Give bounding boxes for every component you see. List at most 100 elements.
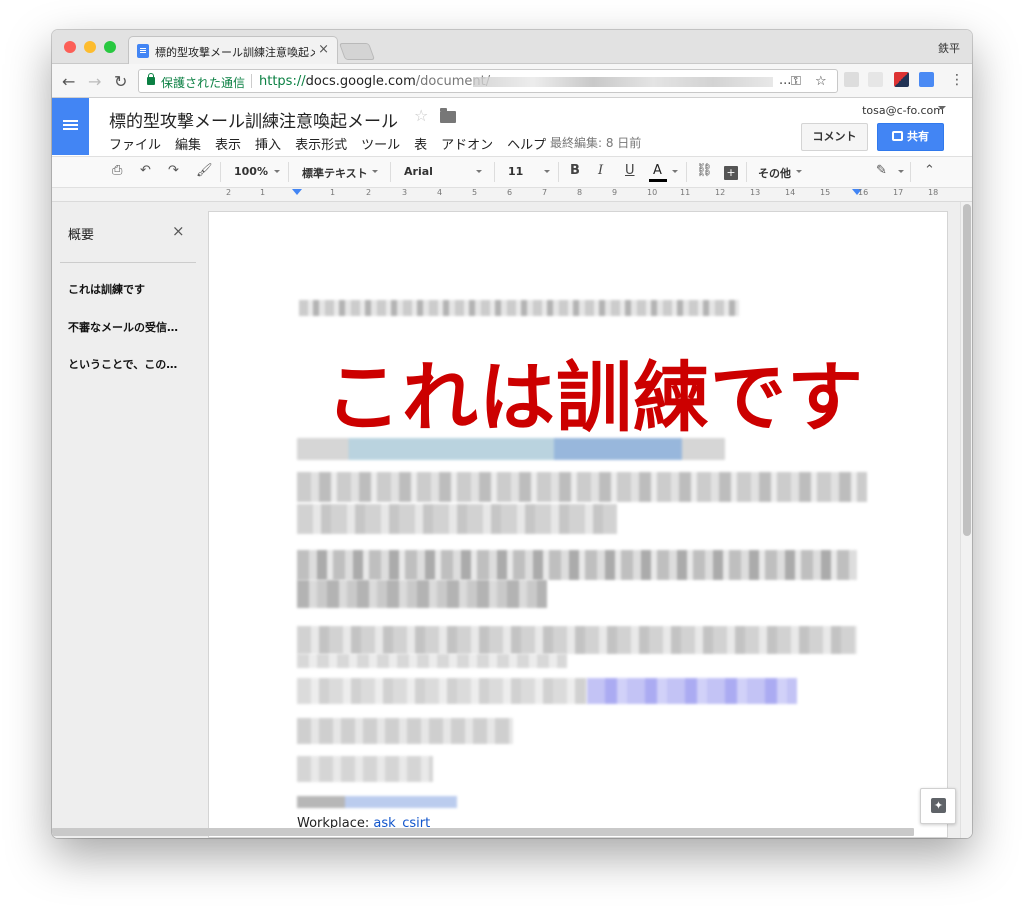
share-button[interactable]: 共有 (877, 123, 944, 151)
font-select[interactable]: Arial (404, 165, 433, 178)
new-tab-button[interactable] (338, 43, 376, 60)
outline-title: 概要 (68, 228, 95, 243)
outline-item[interactable]: ということで、この… (68, 356, 177, 372)
outline-close-icon[interactable]: × (172, 222, 185, 240)
document-title[interactable]: 標的型攻撃メール訓練注意喚起メール (109, 107, 398, 132)
size-caret-icon (544, 170, 550, 173)
lock-icon (147, 73, 155, 85)
ruler-tick: 13 (750, 188, 761, 197)
url-host: docs.google.com (305, 74, 416, 89)
outline-item[interactable]: 不審なメールの受信… (68, 319, 178, 335)
extension-doc-icon[interactable] (868, 72, 883, 87)
menu-format[interactable]: 表示形式 (295, 138, 347, 153)
redacted-text (297, 504, 617, 534)
redacted-text (297, 718, 513, 744)
ruler-tick: 18 (928, 188, 939, 197)
share-label: 共有 (907, 130, 929, 143)
docs-home-icon[interactable] (52, 98, 89, 155)
comment-button[interactable]: コメント (801, 123, 868, 151)
back-arrow-icon[interactable]: ← (62, 72, 75, 91)
forward-arrow-icon[interactable]: → (88, 72, 101, 91)
zoom-select[interactable]: 100% (234, 165, 268, 178)
url-redacted (473, 77, 773, 87)
bookmark-star-icon[interactable]: ☆ (815, 74, 827, 89)
menu-tools[interactable]: ツール (361, 138, 400, 153)
minimize-window-button[interactable] (84, 41, 96, 53)
outline-item[interactable]: これは訓練です (68, 281, 145, 297)
ruler-tick: 1 (260, 188, 266, 197)
zoom-caret-icon (274, 170, 280, 173)
tab-close-icon[interactable]: × (318, 42, 329, 57)
ruler-tick: 2 (226, 188, 232, 197)
paint-format-icon[interactable]: 🖌 (196, 163, 213, 178)
underline-button[interactable]: U (625, 163, 635, 178)
browser-tab-active[interactable]: 標的型攻撃メール訓練注意喚起メ- × (128, 36, 338, 64)
ruler-tick: 2 (366, 188, 372, 197)
browser-window: 標的型攻撃メール訓練注意喚起メ- × 鉄平 ← → ↻ 保護された通信 http… (52, 30, 972, 838)
ruler-tick: 11 (680, 188, 691, 197)
editing-mode-icon[interactable]: ✎ (876, 163, 887, 178)
explore-icon: ✦ (931, 798, 946, 813)
ruler-tick: 16 (858, 188, 869, 197)
account-caret-icon[interactable] (938, 106, 946, 110)
ruler[interactable]: 2 1 1 2 3 4 5 6 7 8 9 10 11 12 13 14 15 … (52, 188, 972, 202)
profile-name[interactable]: 鉄平 (938, 40, 960, 56)
redacted-text (299, 300, 739, 316)
insert-link-icon[interactable]: ⛓ (696, 163, 713, 178)
scrollbar-thumb[interactable] (963, 204, 971, 536)
bold-button[interactable]: B (570, 163, 580, 178)
undo-icon[interactable]: ↶ (140, 163, 151, 178)
star-icon[interactable]: ☆ (414, 106, 428, 125)
url-input[interactable]: 保護された通信 https://docs.google.com/document… (138, 69, 838, 93)
redacted-text (297, 756, 433, 782)
more-button[interactable]: その他 (758, 165, 791, 181)
ruler-tick: 14 (785, 188, 796, 197)
menu-insert[interactable]: 挿入 (255, 138, 281, 153)
reload-icon[interactable]: ↻ (114, 72, 127, 91)
editing-caret-icon (898, 170, 904, 173)
ruler-tick: 6 (507, 188, 513, 197)
explore-button[interactable]: ✦ (920, 788, 956, 824)
main-heading: これは訓練です (325, 353, 864, 442)
browser-menu-icon[interactable]: ⋮ (950, 72, 964, 88)
extension-flag-icon[interactable] (894, 72, 909, 87)
document-page[interactable]: これは訓練です Workplace: ask_csirt (208, 211, 948, 838)
tab-strip: 標的型攻撃メール訓練注意喚起メ- × 鉄平 (52, 30, 972, 64)
menu-edit[interactable]: 編集 (175, 138, 201, 153)
collapse-toolbar-icon[interactable]: ⌃ (924, 163, 935, 178)
translate-icon[interactable] (919, 72, 934, 87)
font-caret-icon (476, 170, 482, 173)
ruler-tick: 9 (612, 188, 618, 197)
tab-title: 標的型攻撃メール訓練注意喚起メ- (155, 46, 315, 59)
italic-button[interactable]: I (598, 163, 603, 178)
font-size-select[interactable]: 11 (508, 165, 523, 178)
horizontal-scrollbar[interactable] (52, 828, 914, 836)
extension-icon[interactable] (844, 72, 859, 87)
redacted-email (297, 796, 457, 808)
maximize-window-button[interactable] (104, 41, 116, 53)
ruler-tick: 1 (330, 188, 336, 197)
close-window-button[interactable] (64, 41, 76, 53)
menu-file[interactable]: ファイル (109, 138, 161, 153)
redo-icon[interactable]: ↷ (168, 163, 179, 178)
redacted-text (297, 472, 867, 502)
key-icon[interactable]: ⚿ (791, 74, 801, 89)
menu-help[interactable]: ヘルプ (507, 138, 546, 153)
menu-view[interactable]: 表示 (215, 138, 241, 153)
insert-comment-icon[interactable]: + (724, 166, 738, 180)
last-edit-link[interactable]: 最終編集: 8 日前 (550, 134, 641, 151)
text-color-button[interactable]: A (653, 163, 662, 178)
account-email[interactable]: tosa@c-fo.com (862, 104, 944, 117)
menu-addons[interactable]: アドオン (441, 138, 493, 153)
ruler-tick: 8 (577, 188, 583, 197)
style-select[interactable]: 標準テキスト (302, 165, 368, 181)
folder-icon[interactable] (440, 108, 456, 123)
docs-favicon-icon (137, 44, 149, 58)
left-indent-marker[interactable] (292, 189, 302, 195)
menu-bar: ファイル 編集 表示 挿入 表示形式 ツール表アドオン ヘルプ (109, 134, 560, 153)
vertical-scrollbar[interactable] (960, 202, 972, 838)
menu-table[interactable]: 表 (414, 138, 427, 153)
more-caret-icon (796, 170, 802, 173)
ruler-tick: 3 (402, 188, 408, 197)
print-icon[interactable]: ⎙ (112, 163, 122, 178)
